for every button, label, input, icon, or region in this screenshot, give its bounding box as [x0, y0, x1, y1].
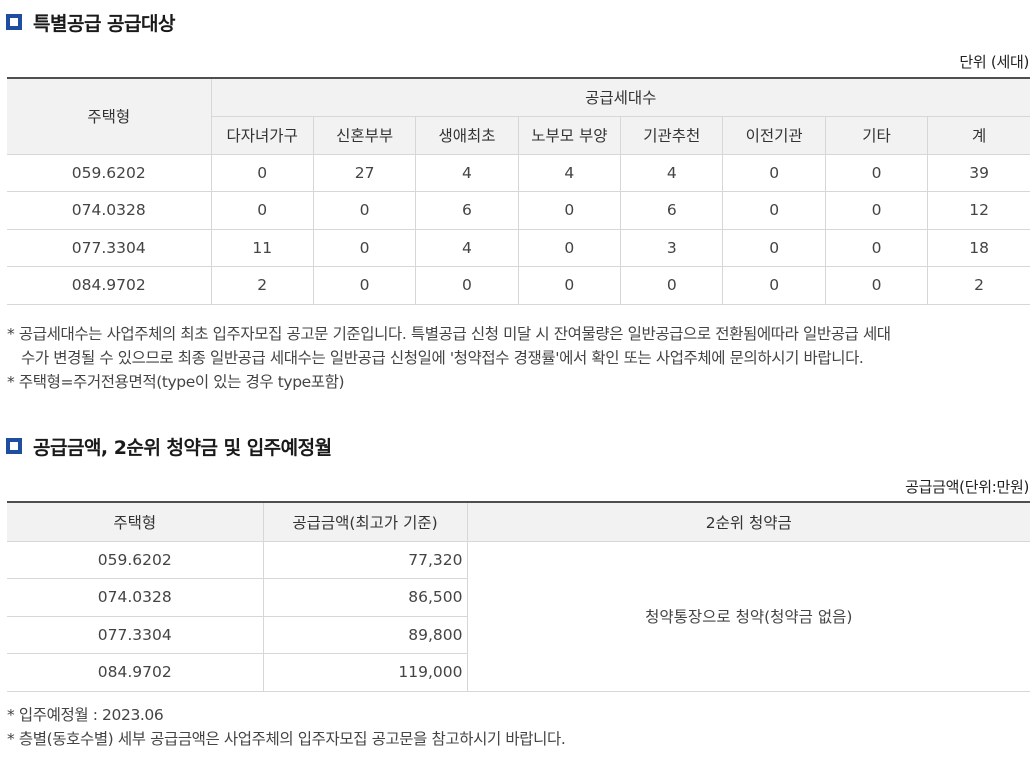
supply-notes: * 공급세대수는 사업주체의 최초 입주자모집 공고문 기준입니다. 특별공급 … — [7, 322, 891, 394]
table-cell: 0 — [210, 191, 314, 230]
table-cell: 3 — [620, 228, 724, 267]
note-line: * 층별(동호수별) 세부 공급금액은 사업주체의 입주자모집 공고문을 참고하… — [7, 730, 566, 748]
table-cell: 0 — [312, 191, 417, 230]
cell-housing-type: 059.6202 — [7, 540, 264, 579]
cell-price: 86,500 — [262, 578, 467, 617]
cell-housing-type: 084.9702 — [7, 653, 264, 692]
table-cell: 0 — [517, 228, 622, 267]
table-cell: 0 — [210, 153, 314, 192]
table-cell: 4 — [415, 228, 519, 267]
table-cell: 6 — [620, 191, 724, 230]
table-row: 077.3304 11 0 4 0 3 0 0 18 — [7, 228, 1030, 267]
header-second-deposit: 2순위 청약금 — [466, 501, 1030, 542]
cell-price: 89,800 — [262, 615, 467, 654]
table-cell: 0 — [722, 266, 826, 305]
table-cell: 6 — [415, 191, 519, 230]
header-housing-type: 주택형 — [7, 77, 212, 155]
cell-housing-type: 074.0328 — [7, 191, 212, 230]
table-cell: 18 — [927, 228, 1030, 267]
table-row: 084.9702 2 0 0 0 0 0 0 2 — [7, 266, 1030, 305]
note-line: 수가 변경될 수 있으므로 최종 일반공급 세대수는 일반공급 신청일에 '청약… — [21, 349, 864, 367]
header-institution: 기관추천 — [620, 115, 724, 155]
price-table: 주택형 공급금액(최고가 기준) 2순위 청약금 059.6202 77,320… — [7, 501, 1030, 692]
note-line: * 주택형=주거전용면적(type이 있는 경우 type포함) — [7, 373, 345, 391]
table-row: 059.6202 0 27 4 4 4 0 0 39 — [7, 153, 1030, 192]
square-bullet-icon — [6, 438, 22, 454]
header-elderly-parents: 노부모 부양 — [517, 115, 622, 155]
table-cell: 2 — [927, 266, 1030, 305]
cell-price: 77,320 — [262, 540, 468, 579]
unit-label: 공급금액(단위:만원) — [905, 478, 1029, 496]
table-cell: 0 — [312, 228, 417, 267]
table-cell: 0 — [620, 266, 724, 305]
price-notes: * 입주예정월 : 2023.06 * 층별(동호수별) 세부 공급금액은 사업… — [7, 703, 566, 751]
special-supply-table: 주택형 공급세대수 다자녀가구 신혼부부 생애최초 노부모 부양 기관추천 이전… — [7, 77, 1030, 305]
section-title-special-supply: 특별공급 공급대상 — [6, 10, 175, 35]
unit-label: 단위 (세대) — [959, 53, 1029, 71]
cell-housing-type: 074.0328 — [7, 578, 264, 617]
cell-housing-type: 077.3304 — [7, 615, 264, 654]
table-cell: 0 — [517, 191, 622, 230]
table-cell: 0 — [415, 266, 519, 305]
header-total: 계 — [927, 115, 1030, 155]
cell-deposit: 청약통장으로 청약(청약금 없음) — [466, 540, 1030, 692]
header-housing-type: 주택형 — [7, 501, 264, 542]
table-cell: 0 — [312, 266, 417, 305]
table-cell: 4 — [517, 153, 622, 192]
table-cell: 0 — [824, 153, 929, 192]
cell-housing-type: 059.6202 — [7, 153, 212, 192]
header-supply-price: 공급금액(최고가 기준) — [262, 501, 468, 542]
section-title-text: 공급금액, 2순위 청약금 및 입주예정월 — [33, 436, 332, 459]
table-row: 074.0328 0 0 6 0 6 0 0 12 — [7, 191, 1030, 230]
table-cell: 12 — [927, 191, 1030, 230]
table-cell: 0 — [722, 191, 826, 230]
table-cell: 2 — [210, 266, 314, 305]
table-cell: 0 — [517, 266, 622, 305]
table-cell: 39 — [927, 153, 1030, 192]
header-other: 기타 — [824, 115, 929, 155]
table-cell: 0 — [824, 266, 929, 305]
header-first-time: 생애최초 — [415, 115, 519, 155]
table-cell: 0 — [722, 153, 826, 192]
header-supply-count: 공급세대수 — [210, 77, 1030, 117]
cell-price: 119,000 — [262, 653, 467, 692]
note-line: * 공급세대수는 사업주체의 최초 입주자모집 공고문 기준입니다. 특별공급 … — [7, 325, 891, 343]
header-newlywed: 신혼부부 — [312, 115, 417, 155]
header-multi-child: 다자녀가구 — [211, 115, 314, 155]
section-title-price: 공급금액, 2순위 청약금 및 입주예정월 — [6, 434, 332, 459]
table-cell: 4 — [620, 153, 724, 192]
table-row: 059.6202 77,320 청약통장으로 청약(청약금 없음) — [7, 540, 1030, 692]
table-cell: 0 — [722, 228, 826, 267]
table-cell: 0 — [824, 191, 929, 230]
cell-housing-type: 084.9702 — [7, 266, 212, 305]
table-cell: 0 — [824, 228, 929, 267]
table-cell: 11 — [210, 228, 314, 267]
cell-housing-type: 077.3304 — [7, 228, 212, 267]
header-relocated-institution: 이전기관 — [722, 115, 826, 155]
table-cell: 4 — [415, 153, 519, 192]
table-cell: 27 — [312, 153, 417, 192]
square-bullet-icon — [6, 14, 22, 30]
note-line: * 입주예정월 : 2023.06 — [7, 706, 164, 724]
section-title-text: 특별공급 공급대상 — [33, 12, 175, 35]
